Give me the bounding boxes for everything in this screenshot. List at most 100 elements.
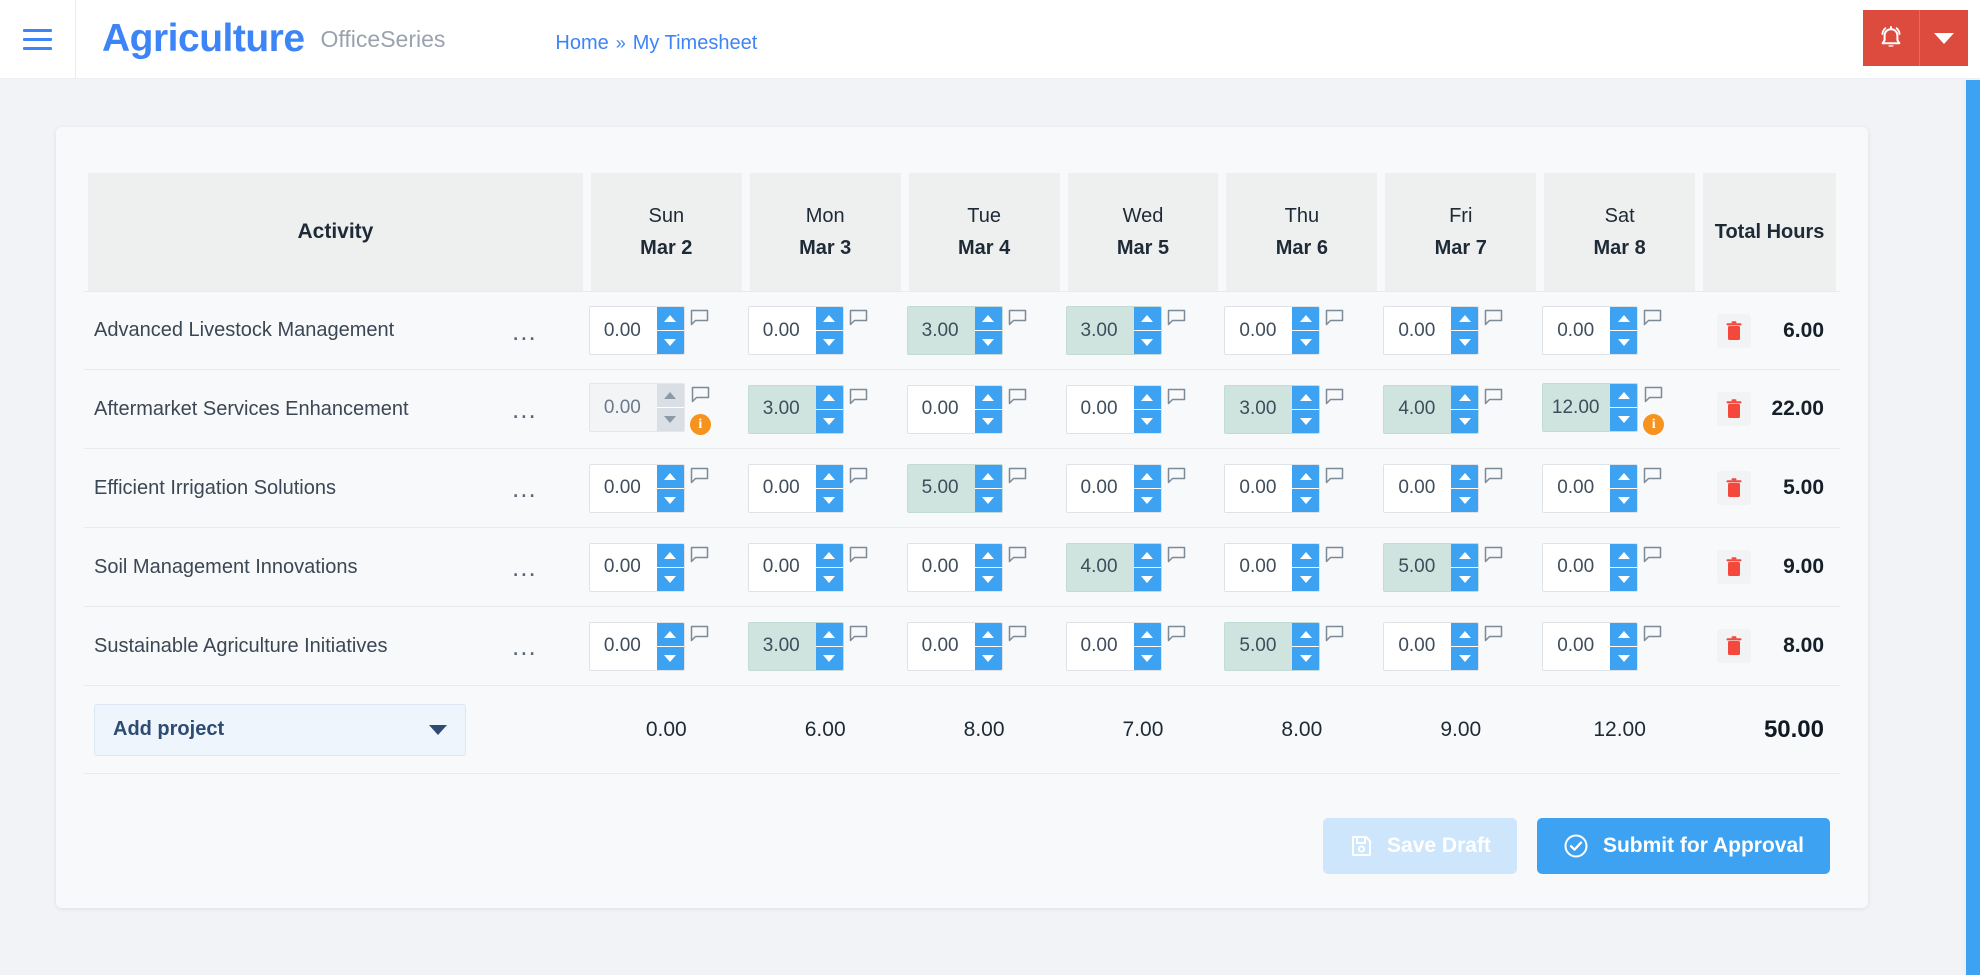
hours-input[interactable]: 0.00	[590, 623, 657, 670]
spinner-increment-button[interactable]	[1292, 544, 1319, 568]
hours-spinner[interactable]: 3.00	[1066, 306, 1162, 355]
hours-spinner[interactable]: 0.00	[907, 385, 1003, 434]
spinner-increment-button[interactable]	[1292, 623, 1319, 647]
comment-icon[interactable]	[1008, 309, 1027, 327]
hours-input[interactable]: 0.00	[749, 544, 816, 591]
spinner-decrement-button[interactable]	[1451, 331, 1478, 354]
comment-button[interactable]	[1484, 309, 1503, 332]
hours-input[interactable]: 0.00	[908, 544, 975, 591]
spinner-decrement-button[interactable]	[1292, 331, 1319, 354]
spinner-decrement-button[interactable]	[1292, 568, 1319, 591]
submit-for-approval-button[interactable]: Submit for Approval	[1537, 818, 1830, 874]
comment-button[interactable]	[691, 386, 710, 409]
spinner-increment-button[interactable]	[975, 465, 1002, 489]
comment-button[interactable]	[1167, 309, 1186, 332]
delete-row-button[interactable]	[1717, 629, 1751, 663]
hours-spinner[interactable]: 0.00	[748, 306, 844, 355]
comment-button[interactable]	[1484, 388, 1503, 411]
hours-spinner[interactable]: 4.00	[1383, 385, 1479, 434]
spinner-decrement-button[interactable]	[816, 410, 843, 433]
spinner-increment-button[interactable]	[816, 544, 843, 568]
hours-input[interactable]: 3.00	[749, 623, 816, 670]
spinner-increment-button[interactable]	[1134, 544, 1161, 568]
comment-button[interactable]	[1167, 467, 1186, 490]
comment-button[interactable]	[849, 388, 868, 411]
hours-spinner[interactable]: 0.00	[1224, 464, 1320, 513]
comment-button[interactable]	[1008, 309, 1027, 332]
spinner-decrement-button[interactable]	[816, 568, 843, 591]
comment-icon[interactable]	[1325, 625, 1344, 643]
hours-spinner[interactable]: 5.00	[1383, 543, 1479, 592]
spinner-decrement-button[interactable]	[1292, 489, 1319, 512]
spinner-decrement-button[interactable]	[657, 647, 684, 670]
spinner-decrement-button[interactable]	[975, 410, 1002, 433]
comment-icon[interactable]	[1484, 546, 1503, 564]
notifications-button[interactable]	[1863, 10, 1920, 66]
hours-input[interactable]: 5.00	[1225, 623, 1292, 670]
spinner-decrement-button[interactable]	[1134, 410, 1161, 433]
hours-spinner[interactable]: 0.00	[1542, 622, 1638, 671]
hours-spinner[interactable]: 3.00	[907, 306, 1003, 355]
hours-input[interactable]: 0.00	[1225, 465, 1292, 512]
hours-input[interactable]: 0.00	[1067, 386, 1134, 433]
comment-icon[interactable]	[1008, 388, 1027, 406]
hours-input[interactable]: 3.00	[1225, 386, 1292, 433]
hours-spinner[interactable]: 0.00	[748, 464, 844, 513]
hours-input[interactable]: 0.00	[1225, 307, 1292, 354]
hours-input[interactable]: 0.00	[1384, 623, 1451, 670]
comment-button[interactable]	[690, 546, 709, 569]
comment-button[interactable]	[1644, 386, 1663, 409]
hours-spinner[interactable]: 0.00	[1542, 306, 1638, 355]
hours-spinner[interactable]: 0.00	[1224, 306, 1320, 355]
hours-spinner[interactable]: 4.00	[1066, 543, 1162, 592]
spinner-increment-button[interactable]	[1134, 465, 1161, 489]
comment-icon[interactable]	[1325, 388, 1344, 406]
hours-spinner[interactable]: 0.00	[1383, 622, 1479, 671]
spinner-increment-button[interactable]	[816, 623, 843, 647]
hours-input[interactable]: 4.00	[1067, 544, 1134, 591]
hours-spinner[interactable]: 0.00	[1542, 464, 1638, 513]
comment-button[interactable]	[1167, 388, 1186, 411]
comment-icon[interactable]	[1643, 467, 1662, 485]
comment-icon[interactable]	[1167, 388, 1186, 406]
hours-input[interactable]: 0.00	[749, 307, 816, 354]
comment-icon[interactable]	[849, 546, 868, 564]
comment-button[interactable]	[1484, 467, 1503, 490]
spinner-increment-button[interactable]	[1292, 386, 1319, 410]
hours-input[interactable]: 3.00	[749, 386, 816, 433]
hours-input[interactable]: 0.00	[1384, 465, 1451, 512]
comment-icon[interactable]	[690, 309, 709, 327]
comment-icon[interactable]	[1325, 546, 1344, 564]
spinner-decrement-button[interactable]	[1451, 568, 1478, 591]
hours-spinner[interactable]: 0.00	[589, 543, 685, 592]
spinner-increment-button[interactable]	[1451, 623, 1478, 647]
comment-icon[interactable]	[1644, 386, 1663, 404]
spinner-increment-button[interactable]	[1292, 465, 1319, 489]
comment-button[interactable]	[1643, 625, 1662, 648]
comment-button[interactable]	[690, 625, 709, 648]
spinner-increment-button[interactable]	[975, 623, 1002, 647]
spinner-decrement-button[interactable]	[1610, 331, 1637, 354]
spinner-increment-button[interactable]	[1292, 307, 1319, 331]
row-options-menu[interactable]: …	[511, 633, 539, 659]
breadcrumb-home-link[interactable]: Home	[555, 32, 608, 55]
hours-spinner[interactable]: 0.00	[589, 622, 685, 671]
hours-input[interactable]: 0.00	[590, 465, 657, 512]
spinner-decrement-button[interactable]	[975, 489, 1002, 512]
comment-icon[interactable]	[1643, 546, 1662, 564]
hours-spinner[interactable]: 0.00	[1066, 622, 1162, 671]
spinner-decrement-button[interactable]	[1134, 568, 1161, 591]
breadcrumb-current-page[interactable]: My Timesheet	[633, 32, 757, 55]
comment-button[interactable]	[1325, 467, 1344, 490]
hours-input[interactable]: 0.00	[1543, 623, 1610, 670]
spinner-increment-button[interactable]	[1610, 307, 1637, 331]
hours-input[interactable]: 0.00	[749, 465, 816, 512]
spinner-decrement-button[interactable]	[1610, 408, 1637, 431]
hours-input[interactable]: 0.00	[908, 386, 975, 433]
hours-spinner[interactable]: 0.00	[589, 306, 685, 355]
info-badge-icon[interactable]: i	[1643, 414, 1664, 435]
comment-button[interactable]	[690, 309, 709, 332]
spinner-increment-button[interactable]	[816, 307, 843, 331]
spinner-increment-button[interactable]	[1134, 623, 1161, 647]
comment-icon[interactable]	[849, 309, 868, 327]
